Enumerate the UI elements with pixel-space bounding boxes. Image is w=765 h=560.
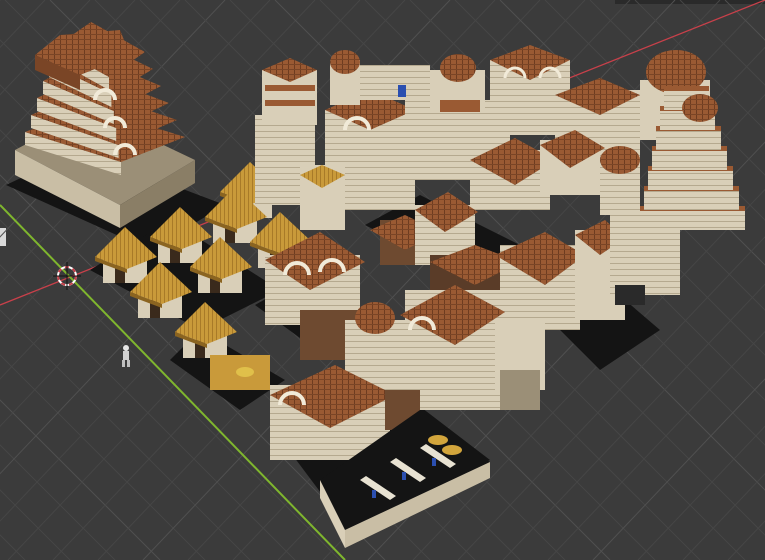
3d-cursor-icon[interactable]	[53, 262, 81, 290]
scene-canvas[interactable]	[0, 0, 765, 560]
twin-tower-palace[interactable]	[255, 50, 430, 230]
human-scale-figure[interactable]	[122, 345, 130, 367]
3d-viewport[interactable]	[0, 0, 765, 560]
